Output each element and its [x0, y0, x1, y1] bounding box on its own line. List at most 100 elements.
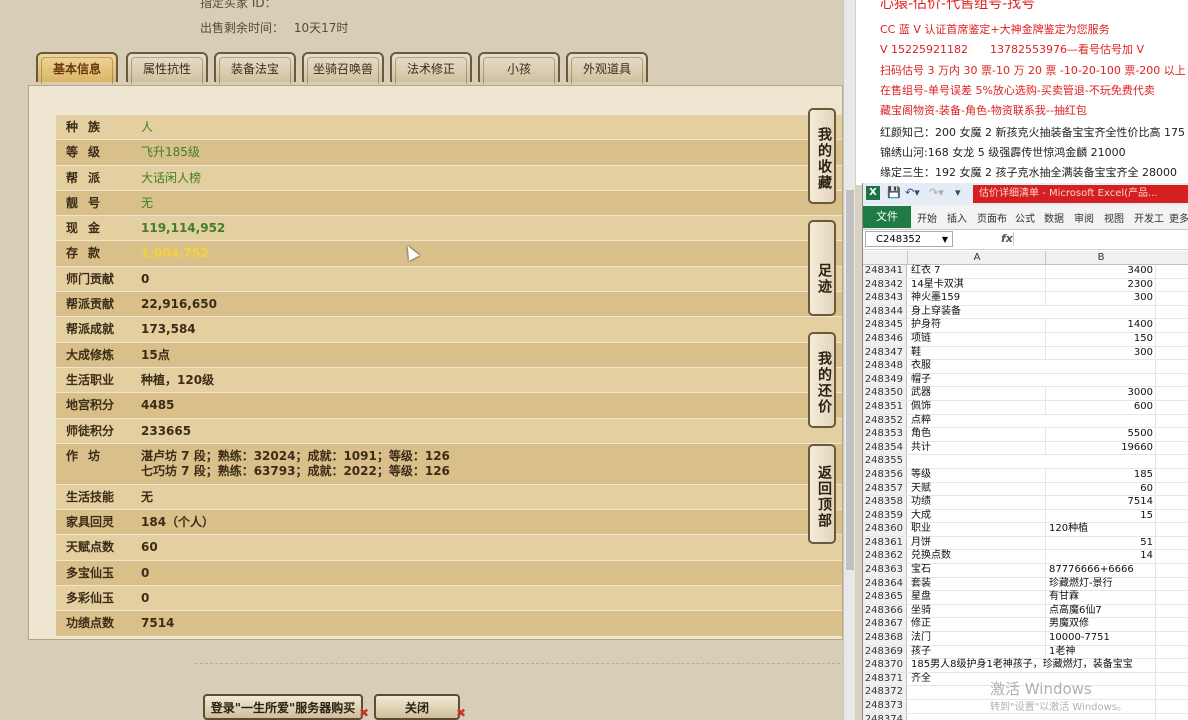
sheet-row[interactable]: 248343 神火墨159 300: [863, 292, 1188, 306]
footprint-button[interactable]: 足迹: [808, 220, 836, 316]
sheet-row[interactable]: 248369 孩子 1老神: [863, 645, 1188, 660]
sheet-row[interactable]: 248355: [863, 455, 1188, 469]
cell-a[interactable]: 星盘: [911, 591, 1045, 604]
row-number[interactable]: 248372: [863, 686, 907, 699]
cell-b[interactable]: 14: [1045, 550, 1155, 564]
row-number[interactable]: 248371: [863, 672, 907, 686]
row-number[interactable]: 248363: [863, 564, 907, 577]
row-number[interactable]: 248354: [863, 441, 907, 455]
cell-a[interactable]: 套装: [911, 578, 1045, 591]
sheet-row[interactable]: 248350 武器 3000: [863, 387, 1188, 401]
sheet-row[interactable]: 248368 法门 10000-7751: [863, 632, 1188, 646]
sheet-row[interactable]: 248345 护身符 1400: [863, 319, 1188, 333]
row-number[interactable]: 248360: [863, 523, 907, 536]
row-number[interactable]: 248341: [863, 265, 907, 278]
tab-appearance[interactable]: 外观道具: [566, 52, 648, 84]
cell-a[interactable]: 兑换点数: [911, 550, 1045, 563]
cell-b[interactable]: 1400: [1045, 319, 1155, 332]
tab-equipment[interactable]: 装备法宝: [214, 52, 296, 84]
column-header-a[interactable]: A: [907, 251, 1046, 264]
cell-b[interactable]: 有甘霖: [1045, 591, 1155, 604]
row-number[interactable]: 248367: [863, 618, 907, 632]
cell-a[interactable]: 等级: [911, 469, 1045, 482]
sheet-row[interactable]: 248367 修正 男魔双修: [863, 618, 1188, 633]
vertical-scrollbar[interactable]: [843, 0, 855, 720]
row-number[interactable]: 248346: [863, 332, 907, 346]
row-number[interactable]: 248373: [863, 700, 907, 713]
cell-a[interactable]: 衣服: [911, 360, 1045, 373]
sheet-row[interactable]: 248353 角色 5500: [863, 428, 1188, 442]
cell-a[interactable]: 护身符: [911, 319, 1045, 332]
sheet-row[interactable]: 248342 14星卡双淇 2300: [863, 278, 1188, 293]
sheet-row[interactable]: 248365 星盘 有甘霖: [863, 591, 1188, 605]
cell-b[interactable]: 1老神: [1045, 645, 1155, 659]
row-number[interactable]: 248358: [863, 496, 907, 509]
row-number[interactable]: 248366: [863, 604, 907, 618]
cell-a[interactable]: 神火墨159: [911, 292, 1045, 305]
column-header-b[interactable]: B: [1045, 251, 1156, 264]
sheet-row[interactable]: 248359 大成 15: [863, 509, 1188, 524]
sheet-grid[interactable]: 248341 红衣 7 3400 248342 14星卡双淇 2300 248343 神火墨1…: [863, 265, 1188, 720]
cell-b[interactable]: 点高魔6仙7: [1045, 604, 1155, 618]
cell-a[interactable]: 孩子: [911, 646, 1045, 659]
cell-b[interactable]: 2300: [1045, 278, 1155, 292]
row-number[interactable]: 248374: [863, 713, 907, 720]
cell-b[interactable]: 300: [1045, 346, 1155, 360]
cell-b[interactable]: 5500: [1045, 428, 1155, 441]
cell-b[interactable]: 60: [1045, 482, 1155, 496]
sheet-row[interactable]: 248370 185男人8级护身1老神孩子，珍藏燃灯，装备宝宝: [863, 659, 1188, 673]
cell-b[interactable]: 150: [1045, 332, 1155, 346]
row-number[interactable]: 248355: [863, 455, 907, 468]
tab-data[interactable]: 数据: [1044, 210, 1064, 225]
scrollbar-thumb[interactable]: [846, 190, 854, 570]
tab-mounts-pets[interactable]: 坐骑召唤兽: [302, 52, 384, 84]
cell-b[interactable]: 15: [1045, 509, 1155, 523]
cell-a[interactable]: 红衣 7: [911, 265, 1045, 278]
cell-a[interactable]: 大成: [911, 510, 1045, 523]
row-number[interactable]: 248357: [863, 482, 907, 496]
my-counteroffer-button[interactable]: 我的还价: [808, 332, 836, 428]
sheet-row[interactable]: 248344 身上穿装备: [863, 305, 1188, 320]
cell-b[interactable]: 120种植: [1045, 523, 1155, 536]
row-number[interactable]: 248344: [863, 305, 907, 319]
cell-b[interactable]: 7514: [1045, 496, 1155, 509]
row-number[interactable]: 248345: [863, 319, 907, 332]
row-number[interactable]: 248369: [863, 645, 907, 659]
sheet-row[interactable]: 248357 天赋 60: [863, 482, 1188, 497]
cell-a[interactable]: 14星卡双淇: [911, 279, 1045, 292]
tab-more[interactable]: 更多: [1169, 210, 1188, 225]
row-number[interactable]: 248364: [863, 577, 907, 591]
row-number[interactable]: 248368: [863, 632, 907, 645]
cell-b[interactable]: 男魔双修: [1045, 618, 1155, 632]
row-number[interactable]: 248365: [863, 591, 907, 604]
cell-a[interactable]: 项链: [911, 333, 1045, 346]
fx-icon[interactable]: fx: [1001, 232, 1013, 245]
cell-a[interactable]: 185男人8级护身1老神孩子，珍藏燃灯，装备宝宝: [911, 659, 1133, 672]
cell-a[interactable]: 身上穿装备: [911, 306, 1045, 319]
cell-a[interactable]: 功绩: [911, 496, 1045, 509]
tab-file[interactable]: 文件: [863, 206, 911, 228]
sheet-row[interactable]: 248362 兑换点数 14: [863, 550, 1188, 565]
tab-spell-correction[interactable]: 法术修正: [390, 52, 472, 84]
cell-b[interactable]: 19660: [1045, 441, 1155, 455]
tab-insert[interactable]: 插入: [947, 210, 967, 225]
row-number[interactable]: 248370: [863, 659, 907, 672]
sheet-row[interactable]: 248364 套装 珍藏燃灯-景行: [863, 577, 1188, 592]
row-number[interactable]: 248343: [863, 292, 907, 305]
row-number[interactable]: 248362: [863, 550, 907, 564]
sheet-row[interactable]: 248352 点粹: [863, 414, 1188, 429]
sheet-row[interactable]: 248358 功绩 7514: [863, 496, 1188, 510]
sheet-row[interactable]: 248341 红衣 7 3400: [863, 265, 1188, 279]
row-number[interactable]: 248351: [863, 400, 907, 414]
cell-b[interactable]: 185: [1045, 468, 1155, 482]
sheet-row[interactable]: 248374: [863, 713, 1188, 720]
sheet-row[interactable]: 248349 帽子: [863, 373, 1188, 388]
cell-b[interactable]: 3000: [1045, 387, 1155, 400]
cell-b[interactable]: 87776666+6666: [1045, 564, 1155, 577]
tab-page-layout[interactable]: 页面布: [977, 210, 1007, 225]
tab-home[interactable]: 开始: [917, 210, 937, 225]
row-number[interactable]: 248349: [863, 373, 907, 387]
cell-b[interactable]: 10000-7751: [1045, 632, 1155, 645]
name-box[interactable]: C248352 ▼: [865, 231, 953, 247]
cell-b[interactable]: 3400: [1045, 265, 1155, 278]
